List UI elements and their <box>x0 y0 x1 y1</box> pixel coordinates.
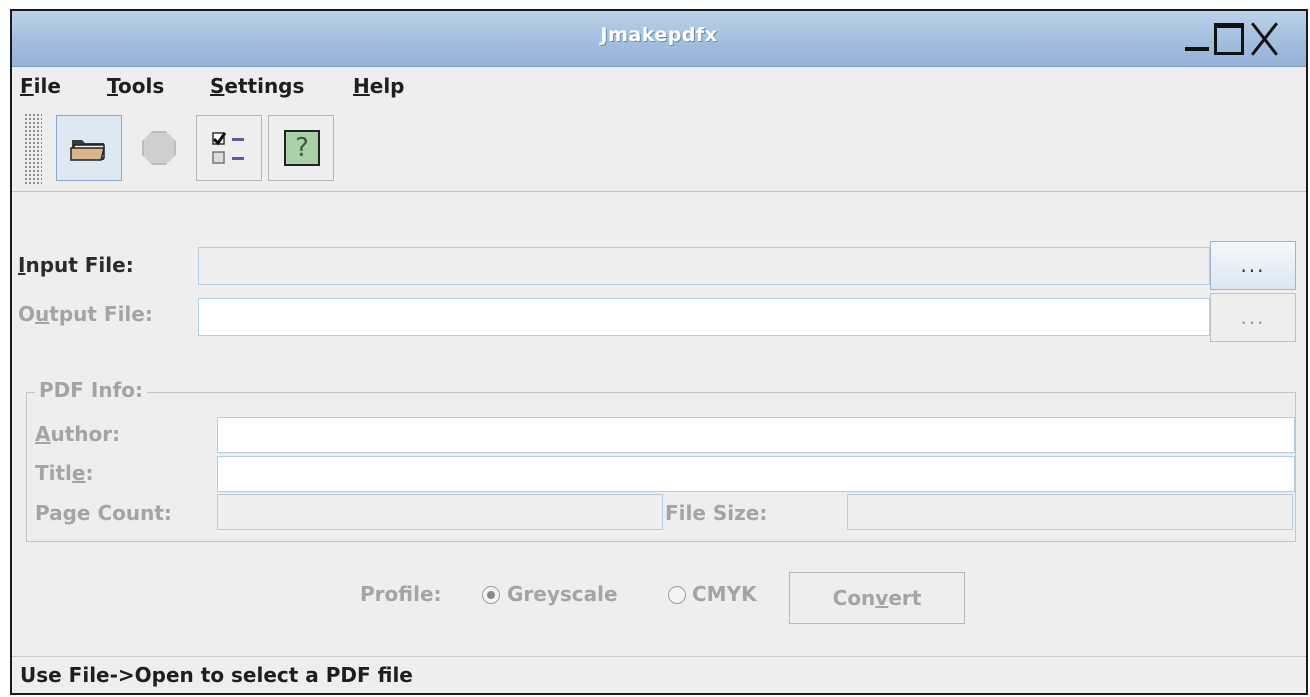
greyscale-label-mnemonic: G <box>507 582 524 606</box>
menu-file-label: ile <box>33 74 61 98</box>
stop-button[interactable] <box>126 115 192 181</box>
maximize-button[interactable] <box>1214 23 1244 55</box>
input-file-field[interactable] <box>198 247 1210 285</box>
author-field[interactable] <box>217 417 1295 453</box>
status-bar: Use File->Open to select a PDF file <box>12 656 1306 693</box>
menu-settings-mnemonic: S <box>210 74 225 98</box>
help-button[interactable]: ? <box>268 115 334 181</box>
pdf-info-group-title: PDF Info: <box>35 378 148 402</box>
convert-button[interactable]: Convert <box>789 572 965 624</box>
greyscale-radio[interactable] <box>482 586 500 604</box>
checklist-icon <box>212 132 244 164</box>
convert-label-mnemonic: v <box>875 586 889 610</box>
title-field[interactable] <box>217 456 1295 492</box>
profile-label: Profile: <box>360 582 442 606</box>
author-label-text: uthor: <box>50 422 121 446</box>
window-title: Jmakepdfx <box>600 24 718 46</box>
converter-form: Input File: ... Output File: ... PDF Inf… <box>12 192 1306 693</box>
title-label-mnemonic: e <box>71 461 86 485</box>
minimize-button[interactable] <box>1182 22 1212 55</box>
menu-tools[interactable]: Tools <box>107 74 164 98</box>
output-file-label-text: tput File: <box>49 302 153 326</box>
output-file-browse-button[interactable]: ... <box>1210 293 1296 342</box>
options-button[interactable] <box>196 115 262 181</box>
toolbar-grip-handle[interactable] <box>24 113 42 185</box>
title-label-pre: Titl <box>35 461 72 485</box>
output-file-field[interactable] <box>198 298 1210 336</box>
app-window: Jmakepdfx File Tools Settings Help ? Inp… <box>10 9 1308 695</box>
output-file-label: Output File: <box>18 302 153 326</box>
greyscale-label-text: reyscale <box>523 582 618 606</box>
folder-open-icon <box>70 140 105 161</box>
file-size-label: File Size: <box>665 501 768 525</box>
output-file-label-mnemonic: u <box>35 302 50 326</box>
convert-label-pre: Con <box>832 586 876 610</box>
title-label: Title: <box>35 461 94 485</box>
menu-settings-label: ettings <box>224 74 305 98</box>
input-file-label-text: nput File: <box>25 253 134 277</box>
author-label: Author: <box>35 422 120 446</box>
menu-help-mnemonic: H <box>353 74 370 98</box>
author-label-mnemonic: A <box>35 422 51 446</box>
toolbar: ? <box>12 105 1306 192</box>
greyscale-radio-label[interactable]: Greyscale <box>507 582 618 606</box>
cmyk-label-mnemonic: K <box>741 582 757 606</box>
convert-label-post: ert <box>888 586 922 610</box>
input-file-label: Input File: <box>18 253 134 277</box>
menu-tools-label: ools <box>118 74 165 98</box>
status-message: Use File->Open to select a PDF file <box>20 663 413 687</box>
menu-file-mnemonic: F <box>20 74 34 98</box>
input-file-browse-button[interactable]: ... <box>1210 241 1296 290</box>
help-question-icon: ? <box>284 130 320 166</box>
title-bar[interactable]: Jmakepdfx <box>12 11 1306 67</box>
page-count-field <box>217 494 663 530</box>
stop-icon <box>142 131 176 165</box>
cmyk-radio[interactable] <box>668 586 686 604</box>
menu-settings[interactable]: Settings <box>210 74 304 98</box>
cmyk-radio-label[interactable]: CMYK <box>692 582 757 606</box>
menu-help[interactable]: Help <box>353 74 405 98</box>
title-label-post: : <box>85 461 94 485</box>
menu-file[interactable]: File <box>20 74 61 98</box>
page-count-label: Page Count: <box>35 501 172 525</box>
menu-bar: File Tools Settings Help <box>12 67 1306 105</box>
menu-help-label: elp <box>369 74 405 98</box>
file-size-field <box>847 494 1293 530</box>
cmyk-label-pre: CMY <box>692 582 742 606</box>
output-file-label-pre: O <box>18 302 36 326</box>
open-file-button[interactable] <box>56 115 122 181</box>
close-button[interactable] <box>1248 22 1282 55</box>
menu-tools-mnemonic: T <box>107 74 118 98</box>
pdf-info-group: PDF Info: Author: Title: Page Count: Fil… <box>26 378 1296 542</box>
